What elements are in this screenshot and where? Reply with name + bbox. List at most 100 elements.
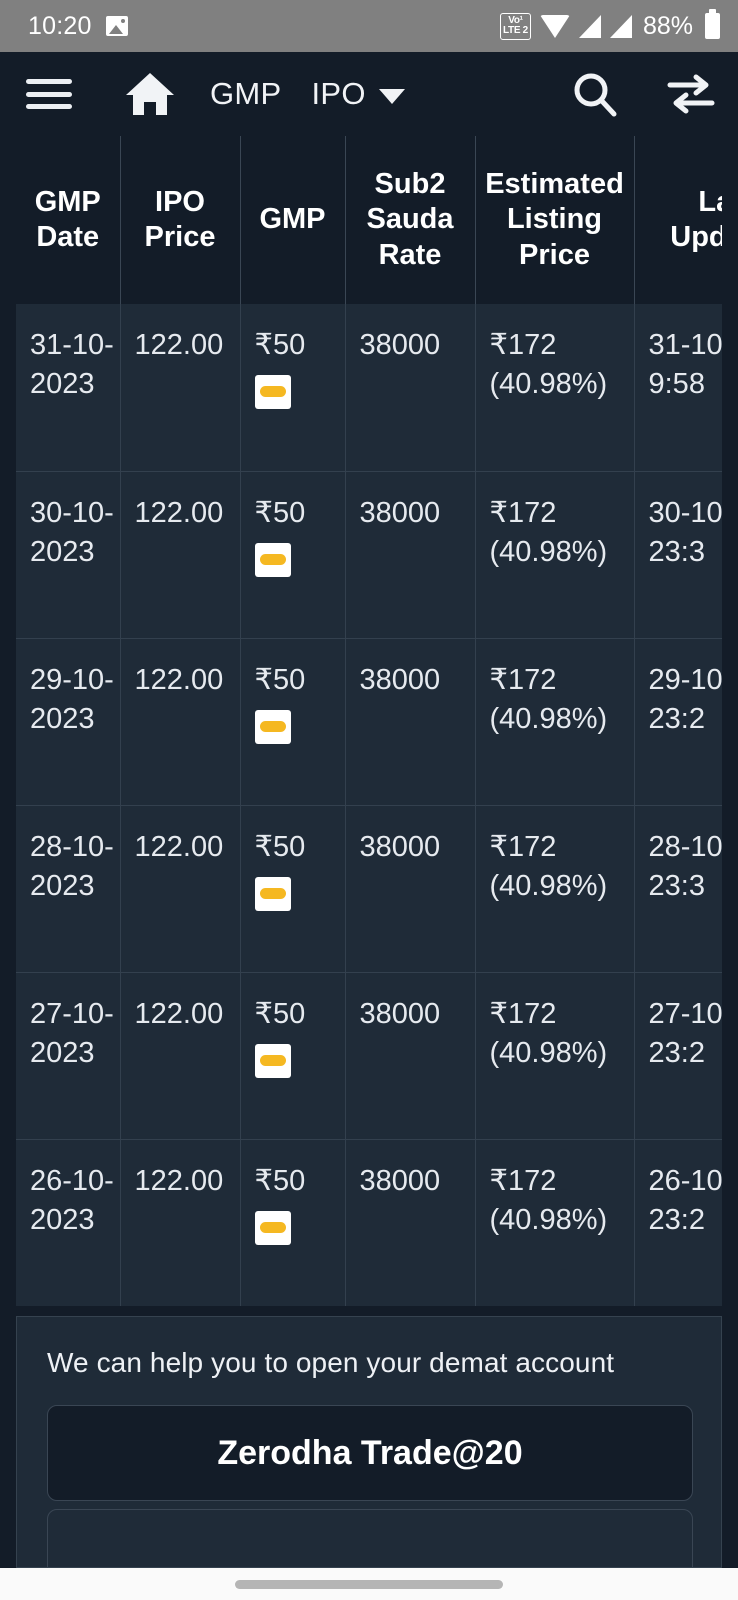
table-row[interactable]: 28-10-2023 122.00 ₹50 38000 ₹172 (40.98%…	[16, 804, 722, 972]
status-bar-right: Vo¹ LTE 2 88%	[499, 9, 720, 41]
cell-sub2-sauda-rate: 38000	[345, 971, 476, 1139]
gmp-table-body: 31-10-2023 122.00 ₹50 38000 ₹172 (40.98%…	[16, 304, 722, 1306]
cell-est-price: ₹172	[489, 329, 557, 361]
table-header-row: GMP Date IPO Price GMP Sub2 Sauda Rate E…	[16, 136, 722, 304]
cell-est-price: ₹172	[489, 1164, 557, 1197]
table-row[interactable]: 31-10-2023 122.00 ₹50 38000 ₹172 (40.98%…	[16, 304, 722, 471]
gmp-table-head: GMP Date IPO Price GMP Sub2 Sauda Rate E…	[16, 136, 722, 304]
cell-est-percent: (40.98%)	[489, 368, 608, 401]
cell-est-percent: (40.98%)	[489, 1036, 608, 1069]
column-header-sub2-sauda-rate[interactable]: Sub2 Sauda Rate	[345, 136, 476, 304]
cell-gmp: ₹50	[240, 470, 346, 638]
cell-gmp: ₹50	[240, 1138, 346, 1306]
status-bar-left: 10:20	[28, 12, 500, 41]
cell-sub2-sauda-rate: 38000	[345, 304, 476, 471]
nav-dropdown-ipo-label: IPO	[311, 76, 366, 111]
hamburger-menu-icon[interactable]	[26, 76, 72, 112]
photo-icon	[105, 16, 128, 36]
cell-ipo-price: 122.00	[120, 304, 241, 471]
flat-indicator-icon	[254, 542, 291, 577]
gesture-pill[interactable]	[235, 1579, 503, 1589]
volte-icon: Vo¹ LTE 2	[499, 12, 531, 40]
cell-last-updated: 30-10-2023 23:3	[634, 470, 722, 638]
cell-gmp-value: ₹50	[254, 1164, 306, 1197]
cell-last-updated: 29-10-2023 23:2	[634, 637, 722, 805]
table-row[interactable]: 30-10-2023 122.00 ₹50 38000 ₹172 (40.98%…	[16, 470, 722, 638]
cell-sub2-sauda-rate: 38000	[345, 637, 476, 805]
zerodha-promo-button[interactable]: Zerodha Trade@20	[47, 1405, 693, 1501]
wifi-icon	[539, 14, 570, 38]
promo-secondary-button[interactable]	[47, 1509, 693, 1567]
cell-est-percent: (40.98%)	[489, 869, 608, 902]
cell-gmp-value: ₹50	[254, 830, 306, 863]
cell-sub2-sauda-rate: 38000	[345, 1138, 476, 1306]
cell-est-percent: (40.98%)	[489, 1203, 608, 1236]
column-header-last-updated[interactable]: Last Updated	[634, 136, 722, 304]
system-gesture-bar	[0, 1568, 738, 1600]
cell-gmp: ₹50	[240, 304, 346, 471]
table-row[interactable]: 26-10-2023 122.00 ₹50 38000 ₹172 (40.98%…	[16, 1138, 722, 1306]
chevron-down-icon	[378, 88, 405, 104]
table-row[interactable]: 29-10-2023 122.00 ₹50 38000 ₹172 (40.98%…	[16, 637, 722, 805]
cell-gmp-date: 26-10-2023	[16, 1138, 121, 1306]
cell-ipo-price: 122.00	[120, 971, 241, 1139]
cell-gmp-date: 31-10-2023	[16, 304, 121, 471]
volte-icon-bottom: LTE 2	[502, 25, 528, 36]
cell-gmp-value: ₹50	[254, 997, 306, 1030]
search-icon[interactable]	[570, 69, 620, 119]
column-header-gmp-date[interactable]: GMP Date	[16, 136, 121, 304]
flat-indicator-icon	[254, 709, 291, 744]
cell-estimated-listing-price: ₹172 (40.98%)	[475, 637, 635, 805]
cell-gmp: ₹50	[240, 804, 346, 972]
cell-gmp: ₹50	[240, 637, 346, 805]
cell-est-price: ₹172	[489, 997, 557, 1030]
cell-last-updated: 31-10-2023 9:58	[648, 329, 723, 401]
status-clock: 10:20	[28, 11, 92, 40]
cell-gmp-date: 27-10-2023	[16, 971, 121, 1139]
nav-link-gmp[interactable]: GMP	[210, 76, 282, 112]
cell-gmp-date: 28-10-2023	[16, 804, 121, 972]
gmp-table-scroll-container[interactable]: GMP Date IPO Price GMP Sub2 Sauda Rate E…	[16, 136, 722, 1308]
cell-ipo-price: 122.00	[120, 470, 241, 638]
nav-dropdown-ipo[interactable]: IPO	[312, 76, 405, 112]
flat-indicator-icon	[254, 1043, 291, 1078]
cell-sub2-sauda-rate: 38000	[345, 470, 476, 638]
phone-screen: 10:20 Vo¹ LTE 2 88% GMP IPO GMP Date IPO…	[0, 0, 738, 1600]
cell-ipo-price: 122.00	[120, 637, 241, 805]
battery-percent-label: 88%	[642, 11, 693, 40]
cell-est-price: ₹172	[489, 496, 557, 529]
column-header-ipo-price[interactable]: IPO Price	[120, 136, 241, 304]
cell-estimated-listing-price: ₹172 (40.98%)	[475, 304, 635, 471]
flat-indicator-icon	[254, 1210, 291, 1245]
cell-last-updated: 28-10-2023 23:3	[634, 804, 722, 972]
flat-indicator-icon	[254, 876, 291, 911]
signal-bars-icon-sim1	[578, 14, 601, 38]
cell-last-updated: 26-10-2023 23:2	[634, 1138, 722, 1306]
promo-title: We can help you to open your demat accou…	[47, 1347, 615, 1378]
cell-est-percent: (40.98%)	[489, 702, 608, 735]
cell-gmp-value: ₹50	[254, 496, 306, 529]
cell-sub2-sauda-rate: 38000	[345, 804, 476, 972]
cell-gmp-date: 29-10-2023	[16, 637, 121, 805]
table-row[interactable]: 27-10-2023 122.00 ₹50 38000 ₹172 (40.98%…	[16, 971, 722, 1139]
cell-estimated-listing-price: ₹172 (40.98%)	[475, 1138, 635, 1306]
cell-est-percent: (40.98%)	[489, 535, 608, 568]
status-bar: 10:20 Vo¹ LTE 2 88%	[0, 0, 738, 52]
signal-bars-icon-sim2	[609, 14, 632, 38]
cell-last-updated: 27-10-2023 23:2	[634, 971, 722, 1139]
cell-gmp-value: ₹50	[254, 663, 306, 696]
swap-arrows-icon[interactable]	[666, 69, 716, 119]
battery-icon	[705, 9, 720, 39]
gmp-history-table: GMP Date IPO Price GMP Sub2 Sauda Rate E…	[16, 136, 722, 1306]
cell-gmp: ₹50	[240, 971, 346, 1139]
cell-est-price: ₹172	[489, 663, 557, 696]
home-icon[interactable]	[124, 71, 176, 117]
column-header-estimated-listing-price[interactable]: Estimated Listing Price	[475, 136, 635, 304]
cell-gmp-date: 30-10-2023	[16, 470, 121, 638]
column-header-gmp[interactable]: GMP	[240, 136, 346, 304]
app-bar: GMP IPO	[0, 52, 738, 136]
cell-estimated-listing-price: ₹172 (40.98%)	[475, 971, 635, 1139]
cell-estimated-listing-price: ₹172 (40.98%)	[475, 804, 635, 972]
demat-promo-card: We can help you to open your demat accou…	[16, 1316, 722, 1568]
cell-gmp-value: ₹50	[254, 329, 306, 361]
